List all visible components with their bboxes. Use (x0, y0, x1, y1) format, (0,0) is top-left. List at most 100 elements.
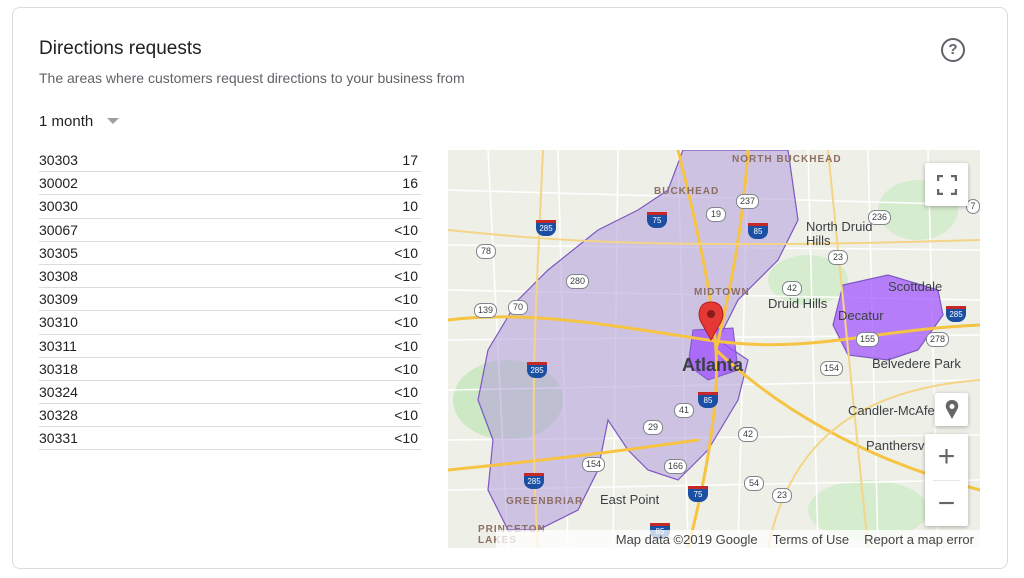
table-row: 30328 <10 (39, 404, 421, 428)
route-shield: 154 (820, 361, 844, 376)
zoom-in-button[interactable]: + (925, 434, 968, 480)
card-subtitle: The areas where customers request direct… (39, 70, 465, 86)
zip-code: 30303 (39, 152, 78, 169)
zip-code: 30067 (39, 221, 78, 238)
map-label-scottdale: Scottdale (888, 279, 943, 294)
zip-code: 30331 (39, 430, 78, 447)
table-row: 30303 17 (39, 149, 421, 173)
route-shield: 7 (966, 199, 980, 214)
terms-of-use-link[interactable]: Terms of Use (773, 532, 850, 547)
map-label-north-buckhead: NORTH BUCKHEAD (732, 154, 842, 165)
request-count: <10 (394, 314, 418, 331)
fullscreen-icon (936, 174, 957, 195)
zip-code: 30310 (39, 314, 78, 331)
zip-code: 30308 (39, 268, 78, 285)
directions-requests-card: Directions requests The areas where cust… (12, 7, 1008, 569)
zip-code: 30002 (39, 175, 78, 192)
table-row: 30002 16 (39, 172, 421, 196)
interstate-shield: 75 (647, 212, 667, 228)
map-data-credit: Map data ©2019 Google (615, 531, 758, 547)
route-shield: 78 (476, 244, 496, 259)
table-row: 30067 <10 (39, 219, 421, 242)
request-count: <10 (394, 221, 418, 238)
zoom-out-button[interactable]: − (925, 481, 968, 527)
route-shield: 29 (643, 420, 663, 435)
route-shield: 237 (736, 194, 760, 209)
report-map-error-link[interactable]: Report a map error (864, 532, 974, 547)
map-label-panthersv: Panthersv (866, 438, 925, 453)
help-icon[interactable]: ? (941, 38, 965, 62)
map-label-midtown: MIDTOWN (694, 287, 750, 298)
zip-code-table: 30303 17 30002 16 30030 10 30067 <10 30305 <1… (39, 149, 421, 451)
route-shield: 236 (868, 210, 892, 225)
interstate-shield: 285 (536, 220, 556, 236)
street-view-pegman-button[interactable] (935, 393, 968, 426)
interstate-shield: 85 (748, 223, 768, 239)
route-shield: 41 (674, 403, 694, 418)
directions-map[interactable]: NORTH BUCKHEAD BUCKHEAD North Druid Hill… (448, 150, 980, 548)
request-count: <10 (394, 430, 418, 447)
pegman-icon (945, 399, 958, 419)
request-count: <10 (394, 337, 418, 354)
map-label-buckhead: BUCKHEAD (654, 186, 720, 197)
route-shield: 23 (828, 250, 848, 265)
zip-code: 30311 (39, 337, 77, 354)
time-range-label: 1 month (39, 112, 94, 130)
map-label-decatur: Decatur (838, 308, 884, 323)
table-row: 30331 <10 (39, 427, 421, 451)
table-row: 30309 <10 (39, 288, 421, 312)
route-shield: 42 (738, 427, 758, 442)
interstate-shield: 285 (946, 306, 966, 322)
zip-code: 30328 (39, 407, 78, 424)
interstate-shield: 285 (524, 473, 544, 489)
map-label-belvedere-park: Belvedere Park (872, 356, 961, 371)
zip-code: 30309 (39, 291, 78, 308)
interstate-shield: 85 (698, 392, 718, 408)
request-count: <10 (394, 360, 418, 377)
request-count: <10 (394, 244, 418, 261)
zip-code: 30318 (39, 360, 78, 377)
request-count: <10 (394, 407, 418, 424)
table-row: 30318 <10 (39, 358, 421, 381)
route-shield: 278 (926, 332, 950, 347)
zip-code: 30305 (39, 244, 78, 261)
request-count: <10 (394, 268, 418, 285)
table-row: 30308 <10 (39, 265, 421, 289)
request-count: 17 (402, 152, 418, 169)
table-row: 30311 <10 (39, 335, 421, 358)
map-label-greenbriar: GREENBRIAR (506, 496, 584, 507)
table-row: 30324 <10 (39, 381, 421, 405)
route-shield: 139 (474, 303, 498, 318)
map-attribution: Map data ©2019 Google Terms of Use Repor… (495, 530, 980, 548)
request-count: 10 (402, 198, 418, 215)
route-shield: 155 (856, 332, 880, 347)
card-title: Directions requests (39, 38, 202, 59)
route-shield: 19 (706, 207, 726, 222)
route-shield: 23 (772, 488, 792, 503)
route-shield: 54 (744, 476, 764, 491)
interstate-shield: 75 (688, 486, 708, 502)
route-shield: 70 (508, 300, 528, 315)
request-count: 16 (402, 175, 418, 192)
table-row: 30305 <10 (39, 242, 421, 265)
table-row: 30030 10 (39, 195, 421, 219)
map-label-atlanta: Atlanta (682, 355, 744, 375)
map-label-druid-hills: Druid Hills (768, 296, 828, 311)
route-shield: 280 (566, 274, 590, 289)
table-row: 30310 <10 (39, 311, 421, 335)
fullscreen-button[interactable] (925, 163, 968, 206)
zip-code: 30030 (39, 198, 78, 215)
map-label-east-point: East Point (600, 492, 660, 507)
dropdown-caret-icon (107, 118, 120, 124)
request-count: <10 (394, 383, 418, 400)
request-count: <10 (394, 291, 418, 308)
time-range-dropdown[interactable]: 1 month (39, 111, 120, 131)
map-label-candler: Candler-McAfe (848, 403, 935, 418)
zip-code: 30324 (39, 383, 78, 400)
zoom-controls: + − (925, 434, 968, 526)
route-shield: 154 (582, 457, 606, 472)
route-shield: 42 (782, 281, 802, 296)
route-shield: 166 (664, 459, 688, 474)
interstate-shield: 285 (527, 362, 547, 378)
map-label-north-druid-hills: North Druid Hills (806, 219, 873, 248)
